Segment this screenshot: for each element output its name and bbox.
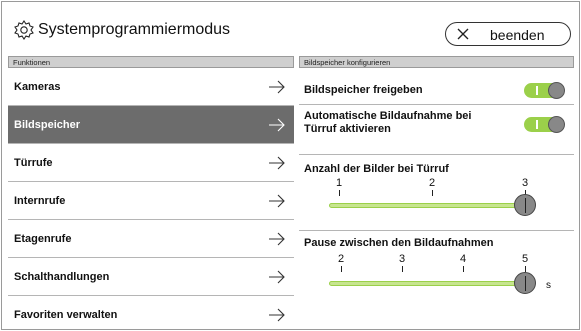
image-count-track[interactable] [329,203,525,208]
storage-toggle[interactable] [524,82,565,99]
arrow-right-icon [269,232,285,246]
nav-item-tuerrufe[interactable]: Türrufe [8,144,294,182]
setting-capture-pause: Pause zwischen den Bildaufnahmen 2 3 4 5… [299,231,574,309]
capture-pause-thumb[interactable] [514,272,536,294]
nav-item-label: Schalthandlungen [14,271,110,283]
arrow-right-icon [269,194,285,208]
nav-item-label: Internrufe [14,195,66,207]
section-header-functions: Funktionen [8,56,294,68]
capture-pause-track[interactable] [329,281,525,286]
auto-capture-toggle[interactable] [524,116,565,133]
nav-item-label: Etagenrufe [14,233,72,245]
image-count-thumb[interactable] [514,194,536,216]
setting-label-line2: Türruf aktivieren [304,123,391,135]
tick-label: 2 [337,253,345,265]
toggle-knob [548,116,565,133]
setting-label-line1: Automatische Bildaufnahme bei [304,110,472,122]
toggle-knob [548,82,565,99]
setting-auto-capture: Automatische Bildaufnahme bei Türruf akt… [299,105,574,155]
arrow-right-icon [269,156,285,170]
exit-button[interactable]: beenden [445,22,571,46]
nav-item-etagenrufe[interactable]: Etagenrufe [8,220,294,258]
section-header-config: Bildspeicher konfigurieren [299,56,574,68]
nav-item-bildspeicher[interactable]: Bildspeicher [8,106,294,144]
page-title: Systemprogrammiermodus [38,21,231,38]
tick-label: 3 [521,177,529,189]
arrow-right-icon [269,270,285,284]
tick-label: 1 [335,177,343,189]
nav-item-kameras[interactable]: Kameras [8,68,294,106]
unit-label: s [546,280,551,291]
gear-icon [14,20,34,40]
nav-item-favoriten[interactable]: Favoriten verwalten [8,296,294,331]
setting-enable-storage: Bildspeicher freigeben [299,68,574,105]
nav-item-schalthandlungen[interactable]: Schalthandlungen [8,258,294,296]
exit-button-label: beenden [490,27,545,43]
nav-item-label: Bildspeicher [14,119,81,131]
setting-label: Bildspeicher freigeben [304,84,423,96]
tick-label: 4 [459,253,467,265]
nav-item-label: Favoriten verwalten [14,309,118,321]
tick-label: 5 [521,253,529,265]
setting-label: Pause zwischen den Bildaufnahmen [304,237,494,249]
nav-item-label: Türrufe [14,157,53,169]
setting-label: Anzahl der Bilder bei Türruf [304,163,449,175]
arrow-right-icon [269,308,285,322]
function-list: Funktionen Kameras Bildspeicher Türrufe … [8,56,294,331]
tick-label: 2 [428,177,436,189]
arrow-right-icon [269,118,285,132]
nav-item-internrufe[interactable]: Internrufe [8,182,294,220]
tick-label: 3 [398,253,406,265]
setting-image-count: Anzahl der Bilder bei Türruf 1 2 3 [299,155,574,231]
app-window: Systemprogrammiermodus beenden Funktione… [1,1,580,330]
settings-panel: Bildspeicher konfigurieren Bildspeicher … [299,56,574,331]
header: Systemprogrammiermodus beenden [2,2,579,56]
arrow-right-icon [269,80,285,94]
nav-item-label: Kameras [14,81,61,93]
close-icon [457,28,469,40]
